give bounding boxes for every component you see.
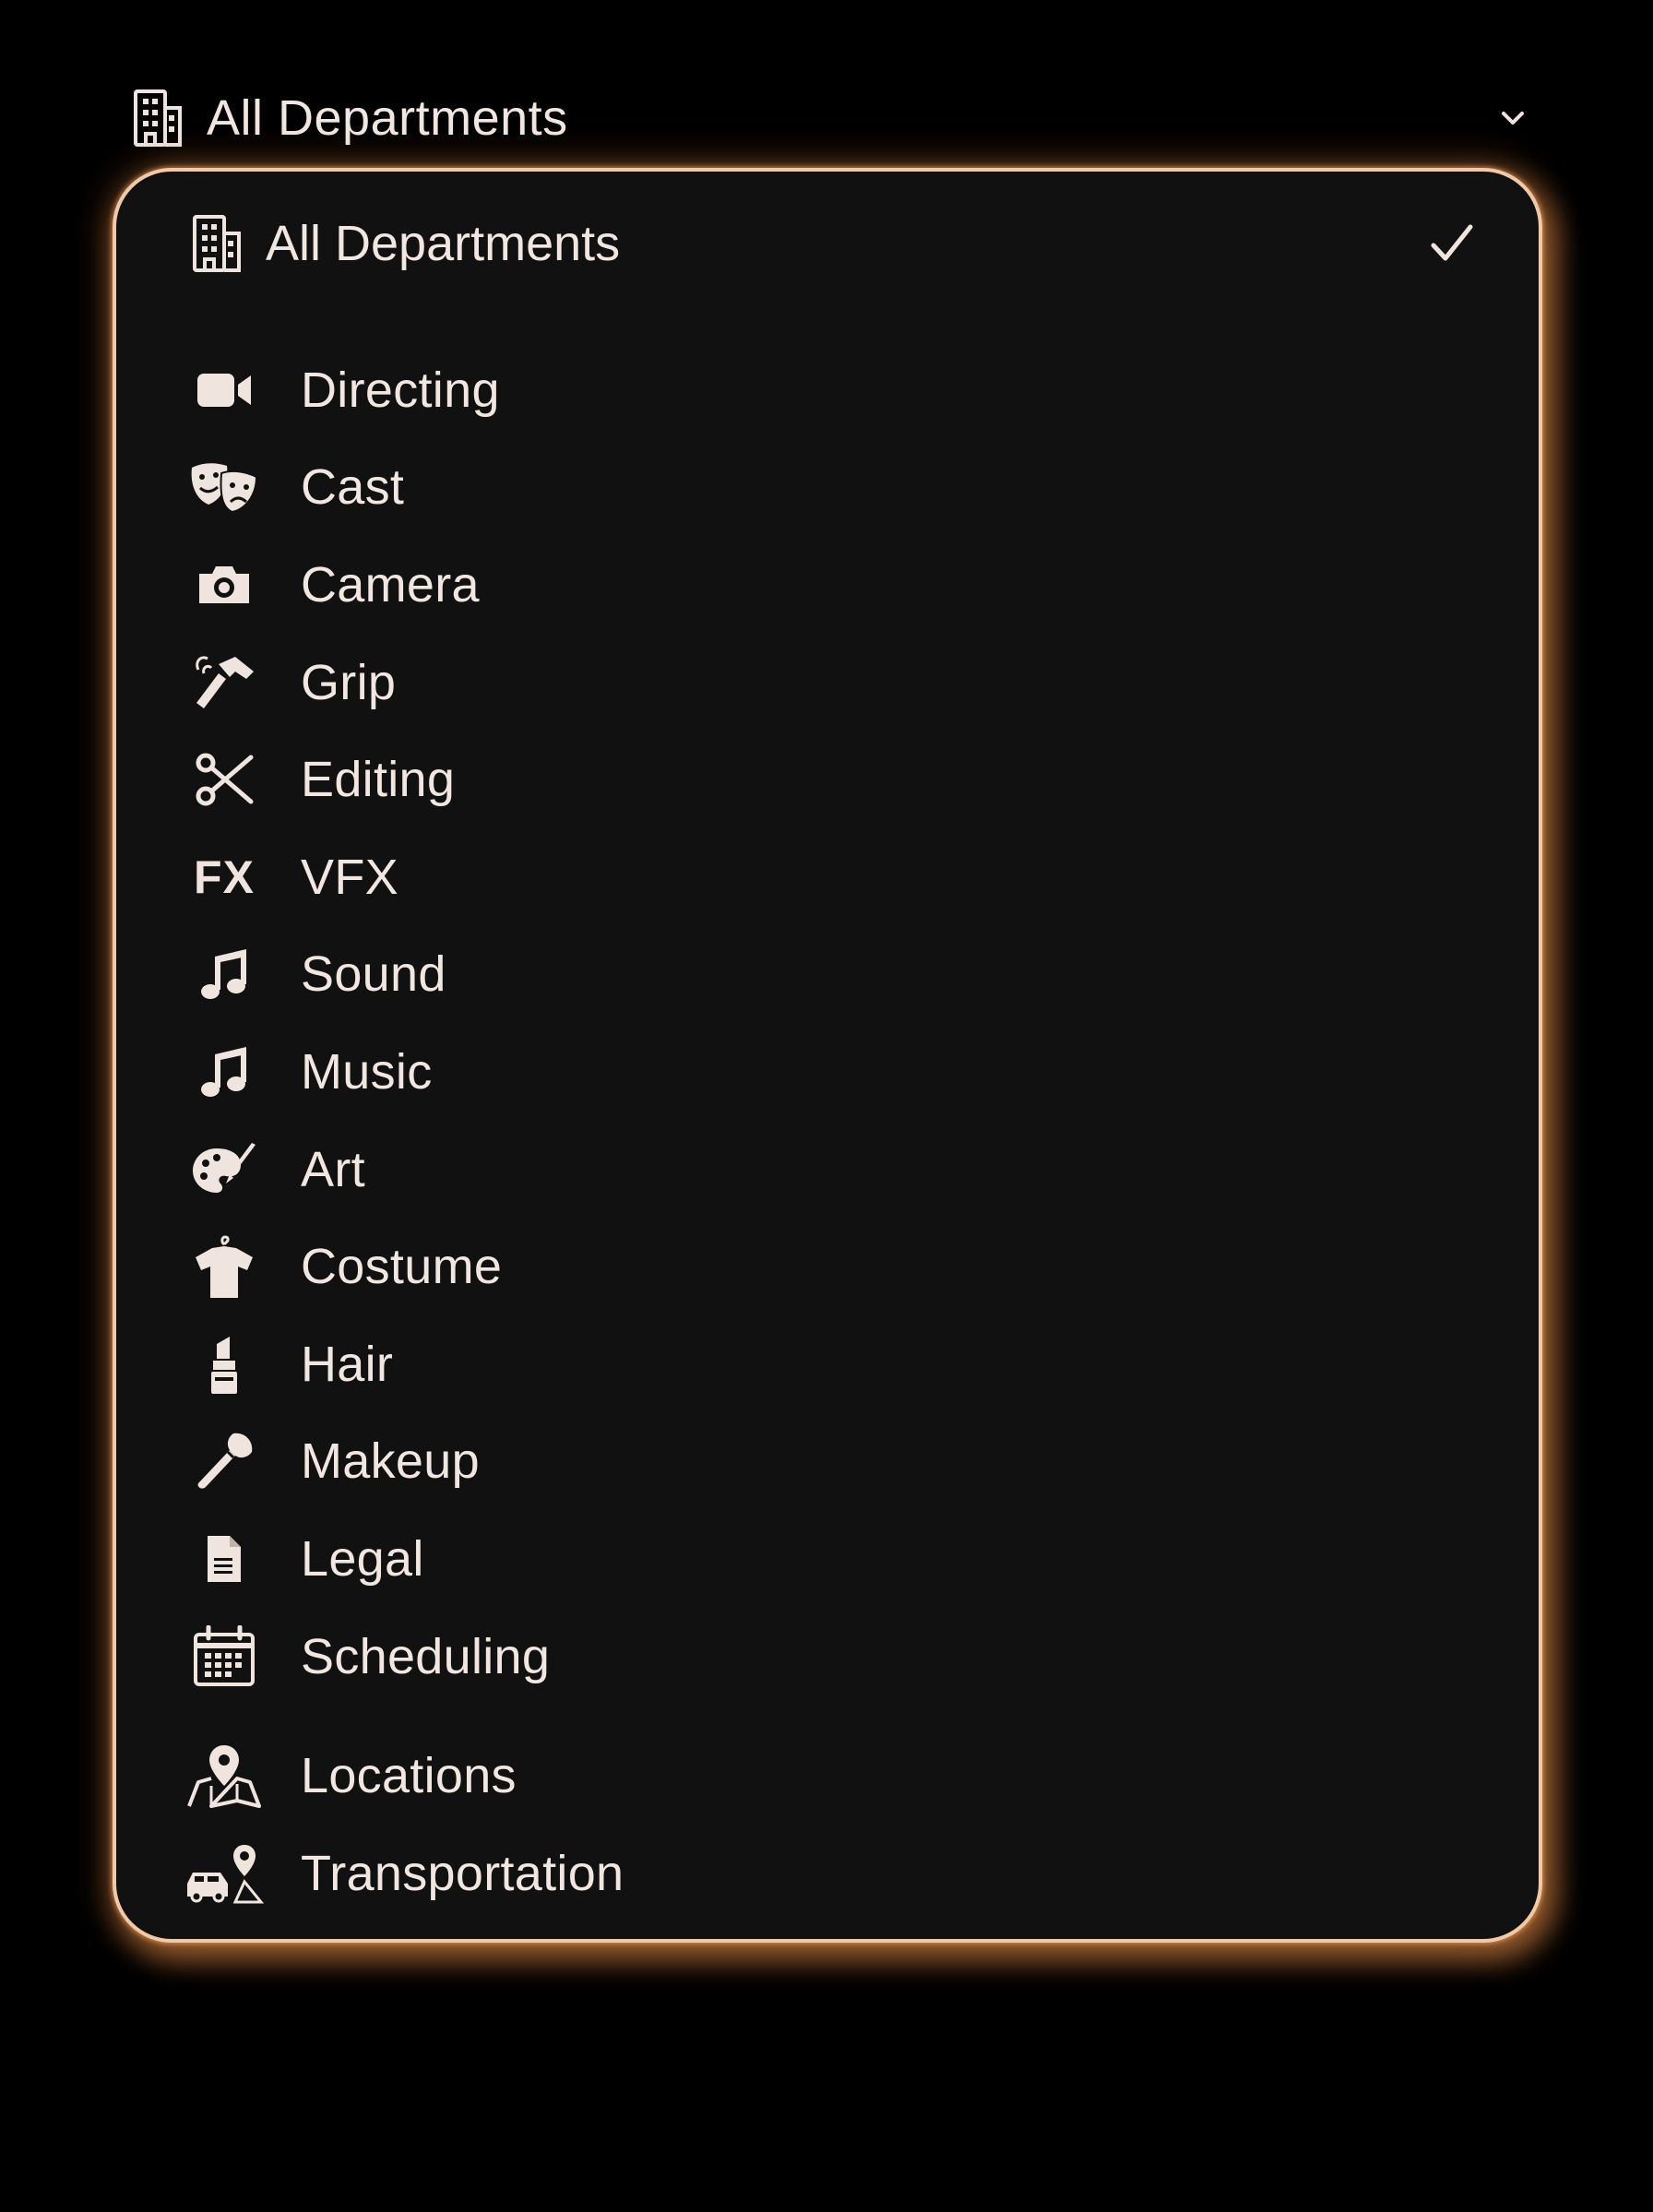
option-music[interactable]: Music	[183, 1023, 1474, 1121]
option-label: Editing	[301, 752, 456, 808]
option-locations[interactable]: Locations	[183, 1727, 1474, 1825]
scissors-icon	[183, 743, 266, 816]
music-note-icon	[183, 937, 266, 1011]
option-label: Camera	[301, 556, 480, 612]
theater-masks-icon	[183, 450, 266, 524]
option-makeup[interactable]: Makeup	[183, 1413, 1474, 1511]
option-label: Locations	[301, 1748, 517, 1804]
option-all-departments[interactable]: All Departments	[188, 207, 1480, 280]
option-cast[interactable]: Cast	[183, 439, 1474, 537]
car-pin-icon	[183, 1837, 266, 1910]
option-label: Makeup	[301, 1433, 480, 1490]
option-directing[interactable]: Directing	[183, 341, 1474, 439]
document-icon	[183, 1522, 266, 1596]
option-label: All Departments	[266, 216, 621, 271]
fx-icon-text: FX	[194, 850, 255, 903]
building-icon	[188, 210, 245, 277]
select-value: All Departments	[207, 90, 568, 146]
option-label: Scheduling	[301, 1628, 551, 1684]
department-select[interactable]: All Departments	[129, 81, 1531, 155]
option-label: Hair	[301, 1336, 394, 1392]
palette-brush-icon	[183, 1133, 266, 1207]
option-scheduling[interactable]: Scheduling	[183, 1608, 1474, 1706]
checkmark-icon	[1424, 216, 1480, 271]
map-pin-icon	[183, 1739, 266, 1813]
hammer-icon	[183, 646, 266, 719]
option-label: Transportation	[301, 1845, 624, 1901]
option-editing[interactable]: Editing	[183, 731, 1474, 828]
option-costume[interactable]: Costume	[183, 1218, 1474, 1315]
department-dropdown: All Departments Directing Cast Camera Gr…	[113, 168, 1542, 1943]
option-camera[interactable]: Camera	[183, 536, 1474, 634]
camera-icon	[183, 548, 266, 622]
option-label: Sound	[301, 946, 446, 1003]
option-hair[interactable]: Hair	[183, 1315, 1474, 1413]
music-note-icon	[183, 1035, 266, 1109]
option-art[interactable]: Art	[183, 1121, 1474, 1219]
option-label: Grip	[301, 654, 397, 710]
lipstick-icon	[183, 1327, 266, 1401]
building-icon	[129, 85, 186, 151]
calendar-icon	[183, 1620, 266, 1694]
option-label: VFX	[301, 849, 398, 905]
option-label: Directing	[301, 362, 500, 418]
shirt-hanger-icon	[183, 1230, 266, 1303]
option-label: Cast	[301, 459, 405, 516]
video-camera-icon	[183, 353, 266, 427]
option-label: Music	[301, 1043, 433, 1100]
department-options: Directing Cast Camera Grip Editing FX VF…	[183, 341, 1474, 1922]
option-sound[interactable]: Sound	[183, 926, 1474, 1024]
option-legal[interactable]: Legal	[183, 1510, 1474, 1608]
option-label: Art	[301, 1141, 365, 1197]
fx-icon: FX	[183, 840, 266, 914]
option-transportation[interactable]: Transportation	[183, 1825, 1474, 1922]
option-vfx[interactable]: FX VFX	[183, 828, 1474, 926]
option-label: Costume	[301, 1239, 503, 1295]
option-label: Legal	[301, 1530, 424, 1587]
option-grip[interactable]: Grip	[183, 634, 1474, 731]
chevron-down-icon[interactable]	[1494, 100, 1531, 137]
makeup-brush-icon	[183, 1424, 266, 1498]
